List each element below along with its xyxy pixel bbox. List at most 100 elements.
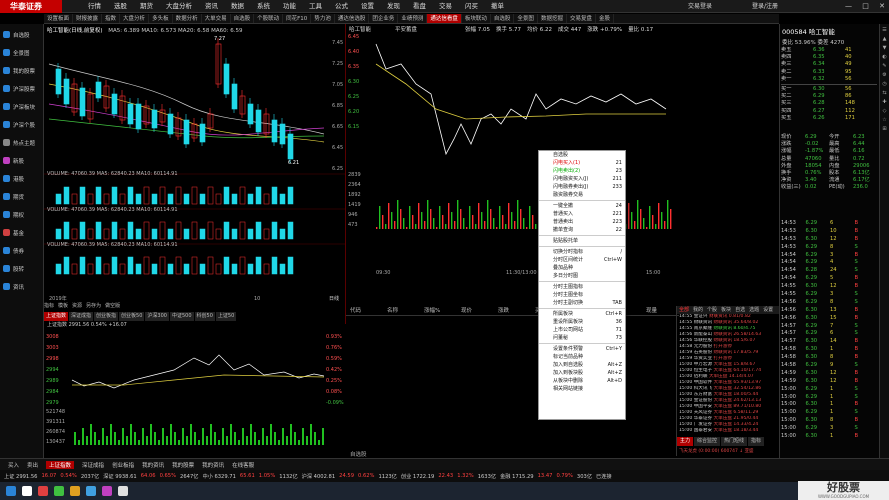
- sidebar-item[interactable]: 新股: [0, 153, 43, 168]
- news-tab[interactable]: 自选: [733, 306, 747, 314]
- function-tab[interactable]: 势力池: [311, 14, 335, 23]
- right-tool-icon[interactable]: ◐: [880, 54, 889, 60]
- menu-item[interactable]: 撤单: [491, 0, 504, 13]
- context-menu-item[interactable]: 叠加品种: [539, 264, 625, 272]
- sidebar-item[interactable]: 股转: [0, 261, 43, 276]
- function-tab[interactable]: 全景图: [514, 14, 538, 23]
- context-menu-item[interactable]: 分时主图坐标: [539, 291, 625, 299]
- right-tool-icon[interactable]: ✎: [880, 63, 889, 69]
- news-tab[interactable]: 选题: [747, 306, 761, 314]
- index-tab[interactable]: 沪深300: [145, 312, 169, 321]
- sidebar-item[interactable]: 基金: [0, 225, 43, 240]
- grid-bottom-tab[interactable]: 自选股: [350, 450, 367, 458]
- intraday-chart[interactable]: 6.45 6.40 6.35 6.30 6.25 6.20 6.15 2839 2364 1892…: [346, 24, 679, 306]
- context-menu-item[interactable]: 加入到板块股 Alt+Z: [539, 369, 625, 377]
- context-menu-item[interactable]: 分时主副切换 TAB: [539, 299, 625, 307]
- index-tab[interactable]: 深证成指: [69, 312, 94, 321]
- context-menu-item[interactable]: 闪电卖出(2) 23: [539, 167, 625, 175]
- chart-option-tab[interactable]: 资源: [72, 302, 82, 311]
- news-foot-tab[interactable]: 主力: [677, 437, 694, 446]
- right-tool-icon[interactable]: ☆: [880, 117, 889, 123]
- context-menu-item[interactable]: 闪电买入(1) 21: [539, 159, 625, 167]
- news-foot-tab[interactable]: 热门短线: [721, 437, 748, 446]
- right-tool-icon[interactable]: ▲: [880, 36, 889, 42]
- index-tab[interactable]: 创业板指: [94, 312, 119, 321]
- context-menu-item[interactable]: 多日分时图: [539, 272, 625, 280]
- function-tab[interactable]: 通达信看盘: [427, 14, 462, 23]
- news-tab[interactable]: 个股: [705, 306, 719, 314]
- context-menu-item[interactable]: 从板块中删除 Alt+D: [539, 377, 625, 385]
- context-menu-item[interactable]: 相关网站链接: [539, 385, 625, 393]
- context-menu-item[interactable]: 设置条件预警 Ctrl+Y: [539, 345, 625, 353]
- grid-column-header[interactable]: 涨幅%: [420, 306, 457, 315]
- context-menu-item[interactable]: 一键全撤 24: [539, 202, 625, 210]
- sidebar-item[interactable]: 沪深板块: [0, 99, 43, 114]
- news-foot-tab[interactable]: 综合监控: [694, 437, 721, 446]
- context-menu-item[interactable]: 自选股: [539, 151, 625, 159]
- taskbar-app-icon[interactable]: [54, 486, 64, 496]
- taskbar-app-icon[interactable]: [102, 486, 112, 496]
- news-tab[interactable]: 设置: [761, 306, 775, 314]
- right-tool-icon[interactable]: ⇆: [880, 90, 889, 96]
- index-tab[interactable]: 上证50: [215, 312, 237, 321]
- right-tool-icon[interactable]: ◷: [880, 81, 889, 87]
- function-tab[interactable]: 数据分析: [173, 14, 202, 23]
- index-tab[interactable]: 上证指数: [44, 312, 69, 321]
- taskbar-app-icon[interactable]: [86, 486, 96, 496]
- status-button[interactable]: 买入: [8, 461, 19, 469]
- grid-column-header[interactable]: 代码: [346, 306, 383, 315]
- news-tab[interactable]: 我的: [691, 306, 705, 314]
- context-menu-item[interactable]: 所属板块 Ctrl+R: [539, 310, 625, 318]
- menu-item[interactable]: 工具: [309, 0, 322, 13]
- context-menu-item[interactable]: 重设所属板块 36: [539, 318, 625, 326]
- function-tab[interactable]: 设置板面: [44, 14, 74, 23]
- login-register-link[interactable]: 登录/注册: [752, 0, 778, 13]
- right-tool-icon[interactable]: ⚙: [880, 72, 889, 78]
- menu-item[interactable]: 系统: [257, 0, 270, 13]
- context-menu-item[interactable]: 融资融券交易: [539, 191, 625, 199]
- taskbar-app-icon[interactable]: [38, 486, 48, 496]
- chart-option-tab[interactable]: 另存为: [86, 302, 101, 311]
- context-menu-item[interactable]: 闪电融券卖出(J) 233: [539, 183, 625, 191]
- menu-item[interactable]: 期货: [140, 0, 153, 13]
- index-tab[interactable]: 中证500: [169, 312, 194, 321]
- context-menu-item[interactable]: 切换分时指标 /: [539, 248, 625, 256]
- index-tab[interactable]: 创业板50: [119, 312, 145, 321]
- status-button[interactable]: 我的资讯: [142, 461, 164, 469]
- news-foot-tab[interactable]: 指标: [748, 437, 765, 446]
- function-tab[interactable]: 金股: [596, 14, 614, 23]
- index-intraday-chart[interactable]: 3008 3003 2998 2994 2989 2984 2979 0.93% 0.76% 0.…: [44, 330, 346, 450]
- right-tool-icon[interactable]: ▼: [880, 45, 889, 51]
- sidebar-item[interactable]: 港股: [0, 171, 43, 186]
- grid-column-header[interactable]: 涨跌: [494, 306, 531, 315]
- sidebar-item[interactable]: 自选股: [0, 27, 43, 42]
- function-tab[interactable]: 自选股: [491, 14, 515, 23]
- function-tab[interactable]: 通达信选股: [335, 14, 370, 23]
- right-tool-icon[interactable]: ☰: [880, 27, 889, 33]
- sidebar-item[interactable]: 期货: [0, 189, 43, 204]
- news-tab[interactable]: 全部: [677, 306, 691, 314]
- status-button[interactable]: 深证成指: [82, 461, 104, 469]
- index-tab[interactable]: 科创50: [194, 312, 215, 321]
- context-menu-item[interactable]: 贴贴股托单: [539, 237, 625, 245]
- function-tab[interactable]: 业绩预测: [398, 14, 428, 23]
- taskbar-app-icon[interactable]: [22, 486, 32, 496]
- function-tab[interactable]: 交易复盘: [567, 14, 596, 23]
- chart-option-tab[interactable]: 模板: [58, 302, 68, 311]
- right-tool-icon[interactable]: ✚: [880, 99, 889, 105]
- right-tool-icon[interactable]: ⊞: [880, 126, 889, 132]
- status-button[interactable]: 卖出: [27, 461, 38, 469]
- grid-column-header[interactable]: 名称: [383, 306, 420, 315]
- status-button[interactable]: 在线客服: [232, 461, 254, 469]
- sidebar-item[interactable]: 我的股票: [0, 63, 43, 78]
- chart-option-tab[interactable]: 做空版: [105, 302, 120, 311]
- function-tab[interactable]: 大盘分析: [120, 14, 150, 23]
- grid-column-header[interactable]: 现价: [457, 306, 494, 315]
- menu-item[interactable]: 发现: [387, 0, 400, 13]
- grid-column-header[interactable]: 现量: [642, 306, 679, 315]
- context-menu-item[interactable]: 上市公司网站 71: [539, 326, 625, 334]
- context-menu-item[interactable]: 标记当前品种: [539, 353, 625, 361]
- taskbar-app-icon[interactable]: [70, 486, 80, 496]
- status-button[interactable]: 上证指数: [46, 460, 75, 469]
- news-tab[interactable]: 板块: [719, 306, 733, 314]
